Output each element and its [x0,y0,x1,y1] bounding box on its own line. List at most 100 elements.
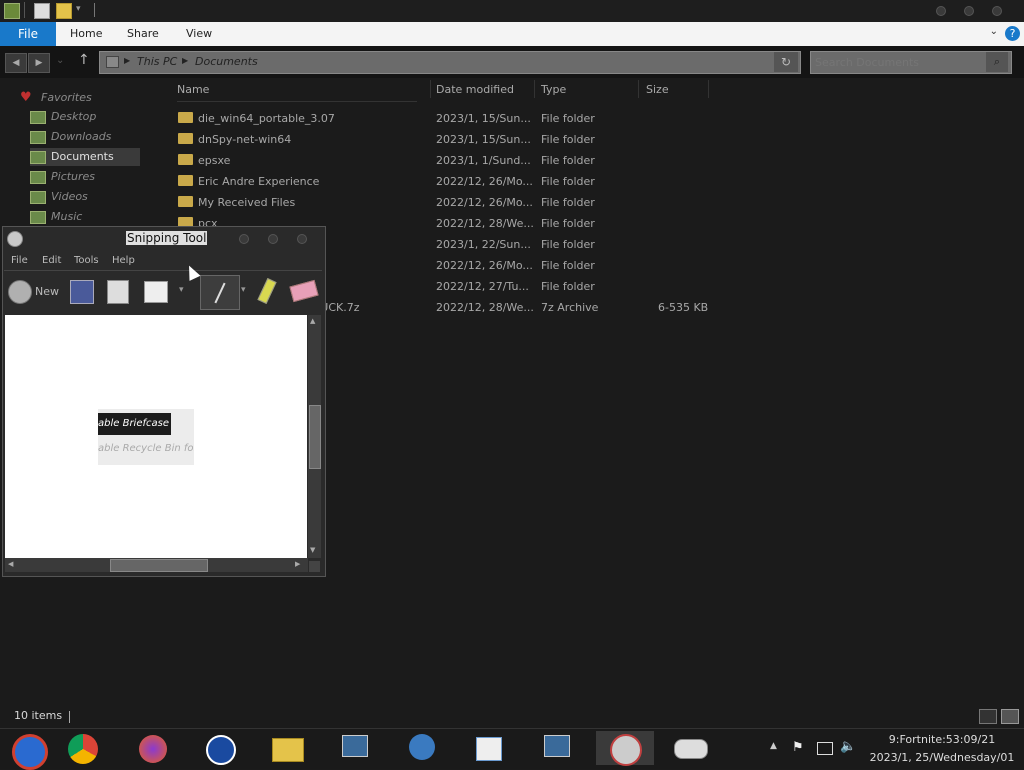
tab-home[interactable]: Home [70,22,102,46]
minimize-button[interactable] [936,6,946,16]
nav-item-downloads[interactable]: Downloads [30,128,140,146]
explorer-icon [272,738,304,762]
start-button[interactable] [8,731,48,770]
taskbar-firefox[interactable] [134,731,174,765]
search-icon[interactable]: ⌕ [986,52,1008,72]
column-header-type[interactable]: Type [541,83,566,96]
taskbar-network[interactable] [334,731,374,765]
taskbar-game[interactable] [670,731,710,765]
taskbar-globe[interactable] [402,731,442,765]
copy-icon[interactable] [107,280,129,304]
column-header-name[interactable]: Name [177,83,209,96]
volume-icon[interactable]: 🔈 [840,739,856,754]
snip-maximize-button[interactable] [268,234,278,244]
refresh-icon[interactable]: ↻ [774,52,798,72]
nav-item-videos[interactable]: Videos [30,188,140,206]
breadcrumb-arrow-icon[interactable]: ▶ [124,56,130,65]
large-icons-view-icon[interactable] [1001,709,1019,724]
send-snip-icon[interactable] [144,281,168,303]
forward-button[interactable]: ▶ [28,53,50,73]
details-view-icon[interactable] [979,709,997,724]
search-input[interactable] [815,55,975,69]
folder-icon[interactable] [56,3,72,19]
file-row[interactable]: die_win64_portable_3.07 2023/1, 15/Sun..… [178,108,718,129]
pen-dropdown-icon[interactable]: ▾ [241,285,246,295]
flag-icon[interactable]: ⚑ [792,740,804,755]
pen-icon [214,282,226,304]
scroll-thumb[interactable] [110,559,208,572]
file-size: 6-535 KB [658,301,709,314]
chrome-icon [12,734,48,770]
column-header-size[interactable]: Size [646,83,669,96]
file-tab[interactable]: File [0,22,56,46]
tab-view[interactable]: View [186,22,212,46]
breadcrumb-this-pc[interactable]: This PC [137,55,177,68]
help-icon[interactable]: ? [1005,26,1020,41]
scroll-right-icon[interactable]: ▶ [295,560,300,568]
tab-share[interactable]: Share [127,22,159,46]
taskbar-app[interactable] [200,731,240,765]
divider [177,101,417,102]
file-type: 7z Archive [541,301,599,314]
scroll-thumb[interactable] [309,405,321,469]
folder-icon [178,196,193,207]
dropdown-icon[interactable]: ▾ [76,4,81,14]
chrome-icon [68,734,98,764]
scroll-up-icon[interactable]: ▲ [310,317,315,325]
network-icon [544,735,570,757]
taskbar-explorer[interactable] [268,731,308,765]
file-date: 2022/12, 26/Mo... [436,259,533,272]
close-button[interactable] [992,6,1002,16]
snip-menu-file[interactable]: File [11,255,28,266]
file-row[interactable]: epsxe 2023/1, 1/Sund... File folder [178,150,718,171]
new-snip-button[interactable]: New [35,285,59,298]
snip-minimize-button[interactable] [239,234,249,244]
file-date: 2022/12, 27/Tu... [436,280,529,293]
nav-item-pictures[interactable]: Pictures [30,168,140,186]
show-hidden-icons-icon[interactable]: ▲ [770,741,777,751]
nav-item-documents[interactable]: Documents [30,148,140,166]
nav-item-desktop[interactable]: Desktop [30,108,140,126]
resize-grip-icon[interactable] [309,561,320,572]
taskbar-calendar[interactable] [468,731,508,765]
up-arrow-icon[interactable]: ↑ [78,52,90,68]
divider [534,80,535,98]
network-icon [342,735,368,757]
file-row[interactable]: Eric Andre Experience 2022/12, 26/Mo... … [178,171,718,192]
taskbar-snipping-tool[interactable] [596,731,654,766]
back-button[interactable]: ◀ [5,53,27,73]
horizontal-scrollbar[interactable]: ◀ ▶ [5,558,308,572]
snip-menu-tools[interactable]: Tools [74,255,99,266]
breadcrumb-arrow-icon[interactable]: ▶ [182,56,188,65]
nav-favorites[interactable]: Favorites [41,91,92,104]
clock-date[interactable]: 2023/1, 25/Wednesday/01 [862,751,1022,764]
taskbar-network-2[interactable] [536,731,576,765]
chevron-down-icon[interactable]: ⌄ [990,26,998,37]
nav-item-music[interactable]: Music [30,208,140,226]
scroll-left-icon[interactable]: ◀ [8,560,13,568]
snip-close-button[interactable] [297,234,307,244]
recent-locations-icon[interactable]: ⌄ [56,55,64,66]
snip-menu-edit[interactable]: Edit [42,255,61,266]
send-dropdown-icon[interactable]: ▾ [179,285,184,295]
nav-item-label: Videos [51,190,88,203]
breadcrumb-documents[interactable]: Documents [195,55,258,68]
new-folder-icon[interactable] [34,3,50,19]
maximize-button[interactable] [964,6,974,16]
file-row[interactable]: My Received Files 2022/12, 26/Mo... File… [178,192,718,213]
file-row[interactable]: dnSpy-net-win64 2023/1, 15/Sun... File f… [178,129,718,150]
column-header-date[interactable]: Date modified [436,83,514,96]
network-tray-icon[interactable] [817,742,833,755]
new-snip-icon[interactable] [8,280,32,304]
videos-icon [30,191,46,204]
scroll-down-icon[interactable]: ▼ [310,546,315,554]
save-icon[interactable] [70,280,94,304]
pen-button[interactable] [200,275,240,310]
clock-time[interactable]: 9:Fortnite:53:09/21 [872,733,1012,746]
snip-menu-help[interactable]: Help [112,255,135,266]
taskbar-chrome[interactable] [64,731,104,765]
file-date: 2023/1, 22/Sun... [436,238,531,251]
vertical-scrollbar[interactable]: ▲ ▼ [308,315,321,558]
title-bar: ▾ [0,0,1024,22]
properties-icon[interactable] [4,3,20,19]
